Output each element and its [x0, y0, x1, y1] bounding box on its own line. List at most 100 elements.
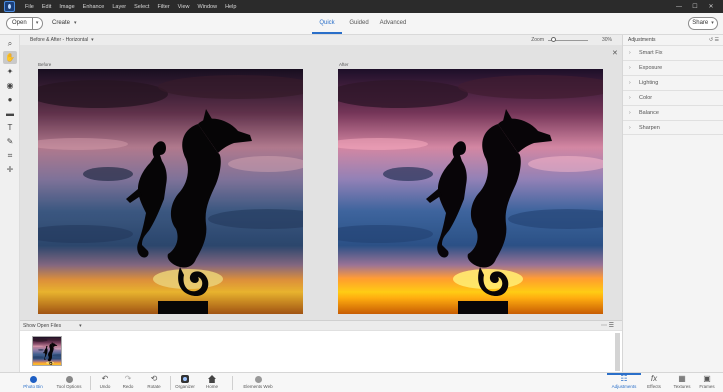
photo-thumbnail[interactable] [32, 336, 62, 366]
menu-item-layer[interactable]: Layer [108, 4, 130, 10]
chevron-down-icon: ▾ [711, 20, 714, 26]
textures-icon: ▦ [678, 374, 686, 383]
tab-guided[interactable]: Guided [342, 13, 376, 34]
adjustments-title: Adjustments [628, 37, 656, 43]
close-icon[interactable]: ✕ [612, 49, 618, 57]
canvas-area: Before After ✕ [20, 45, 622, 320]
create-button[interactable]: Create ▾ [52, 18, 77, 29]
quick-selection-tool-icon[interactable]: ✦ [3, 65, 17, 78]
adjustment-label: Exposure [639, 65, 663, 71]
move-tool-icon[interactable]: ✛ [3, 163, 17, 176]
open-dropdown-chevron-icon[interactable]: ▾ [33, 18, 42, 29]
adjustment-label: Sharpen [639, 124, 660, 131]
home-icon [208, 374, 216, 384]
effects-icon: fx [650, 374, 658, 383]
adjustment-color[interactable]: › Color [623, 90, 723, 105]
menu-item-view[interactable]: View [174, 4, 194, 10]
share-button[interactable]: Share ▾ [688, 17, 718, 30]
adjustment-sharpen[interactable]: › Sharpen [623, 120, 723, 135]
adjustments-panel: Adjustments ↺ ☰ › Smart Fix › Exposure › Li… [622, 35, 723, 372]
menu-item-window[interactable]: Window [194, 4, 222, 10]
menu-item-enhance[interactable]: Enhance [79, 4, 109, 10]
adjustment-label: Lighting [639, 80, 659, 86]
frames-icon: ▣ [703, 374, 711, 383]
adjustment-lighting[interactable]: › Lighting [623, 75, 723, 90]
tool-options-button[interactable]: Tool Options [51, 374, 87, 389]
spot-healing-tool-icon[interactable]: ✎ [3, 135, 17, 148]
photo-bin-button[interactable]: Photo Bin [15, 374, 51, 389]
menu-item-edit[interactable]: Edit [38, 4, 55, 10]
maximize-icon[interactable]: ☐ [687, 3, 703, 10]
create-label: Create [52, 20, 71, 26]
elements-web-label: Elements Web [243, 384, 273, 389]
adjustment-label: Smart Fix [639, 50, 663, 56]
chevron-down-icon: ▾ [91, 37, 94, 43]
photo-bin-icon [29, 374, 37, 384]
menu-item-select[interactable]: Select [130, 4, 153, 10]
redo-icon: ↷ [124, 374, 132, 383]
redo-label: Redo [122, 384, 134, 389]
photo-bin-label: Photo Bin [23, 384, 43, 389]
type-tool-icon[interactable]: T [3, 121, 17, 134]
zoom-tool-icon[interactable]: ⌕ [3, 37, 17, 50]
textures-label: Textures [673, 384, 691, 389]
zoom-control: Zoom 30% [531, 37, 612, 43]
organizer-label: Organizer [175, 384, 195, 389]
chevron-right-icon: › [629, 50, 631, 56]
menu-item-image[interactable]: Image [55, 4, 78, 10]
view-select[interactable]: Before & After - Horizontal ▾ [30, 37, 94, 43]
after-label: After [339, 62, 349, 67]
straighten-tool-icon[interactable]: ▬ [3, 107, 17, 120]
open-button-group: Open ▾ [6, 17, 43, 30]
bin-scrollbar[interactable] [615, 333, 620, 371]
open-button[interactable]: Open [7, 18, 33, 29]
before-label: Before [38, 62, 52, 67]
panel-menu-icon[interactable]: ↺ ☰ [709, 35, 719, 45]
close-window-icon[interactable]: ✕ [703, 3, 719, 10]
menu-bar: File Edit Image Enhance Layer Select Filter Vie… [0, 0, 723, 13]
frames-button[interactable]: ▣ Frames [689, 374, 723, 389]
adjustment-exposure[interactable]: › Exposure [623, 60, 723, 75]
tab-advanced[interactable]: Advanced [376, 13, 410, 34]
undo-label: Undo [99, 384, 111, 389]
before-image [38, 69, 303, 314]
bottom-taskbar: Photo Bin Tool Options ↶ Undo ↷ Redo ⟲ R… [0, 372, 723, 392]
zoom-slider-thumb[interactable] [551, 37, 557, 42]
organizer-icon [181, 374, 189, 384]
bin-source-value: Show Open Files [23, 322, 62, 329]
bin-source-select[interactable]: Show Open Files ▾ [23, 323, 82, 329]
adjustment-balance[interactable]: › Balance [623, 105, 723, 120]
tool-strip: ⌕ ✋ ✦ ◉ ● ▬ T ✎ ⌗ ✛ [0, 35, 20, 372]
adjustment-smart-fix[interactable]: › Smart Fix [623, 45, 723, 60]
adjustments-label: Adjustments [611, 384, 637, 389]
whiten-teeth-tool-icon[interactable]: ● [3, 93, 17, 106]
adjustment-label: Color [639, 95, 653, 101]
chevron-down-icon: ▾ [74, 20, 77, 26]
hand-tool-icon[interactable]: ✋ [3, 51, 17, 64]
menu-item-filter[interactable]: Filter [153, 4, 173, 10]
window-controls: — ☐ ✕ [671, 3, 719, 11]
chevron-down-icon: ▾ [79, 322, 82, 329]
red-eye-tool-icon[interactable]: ◉ [3, 79, 17, 92]
zoom-value: 30% [601, 37, 612, 43]
top-toolbar: Open ▾ Create ▾ Quick Guided Advanced Sh… [0, 13, 723, 35]
chevron-right-icon: › [629, 110, 631, 116]
home-label: Home [205, 384, 218, 389]
separator [232, 376, 233, 390]
crop-tool-icon[interactable]: ⌗ [3, 149, 17, 162]
photo-bin [20, 330, 622, 372]
share-label: Share [692, 20, 709, 26]
tab-quick[interactable]: Quick [312, 13, 342, 34]
chevron-right-icon: › [629, 80, 631, 86]
adjustment-label: Balance [639, 110, 659, 116]
adjustments-icon: ☷ [620, 374, 628, 383]
more-options-icon[interactable]: ⋯ ☰ [601, 322, 614, 329]
menu-item-file[interactable]: File [21, 4, 38, 10]
minimize-icon[interactable]: — [671, 4, 687, 10]
zoom-slider[interactable] [547, 37, 588, 42]
chevron-right-icon: › [629, 124, 631, 131]
home-button[interactable]: Home [194, 374, 230, 389]
tool-options-icon [65, 374, 73, 384]
elements-web-button[interactable]: Elements Web [240, 374, 276, 389]
menu-item-help[interactable]: Help [221, 4, 240, 10]
